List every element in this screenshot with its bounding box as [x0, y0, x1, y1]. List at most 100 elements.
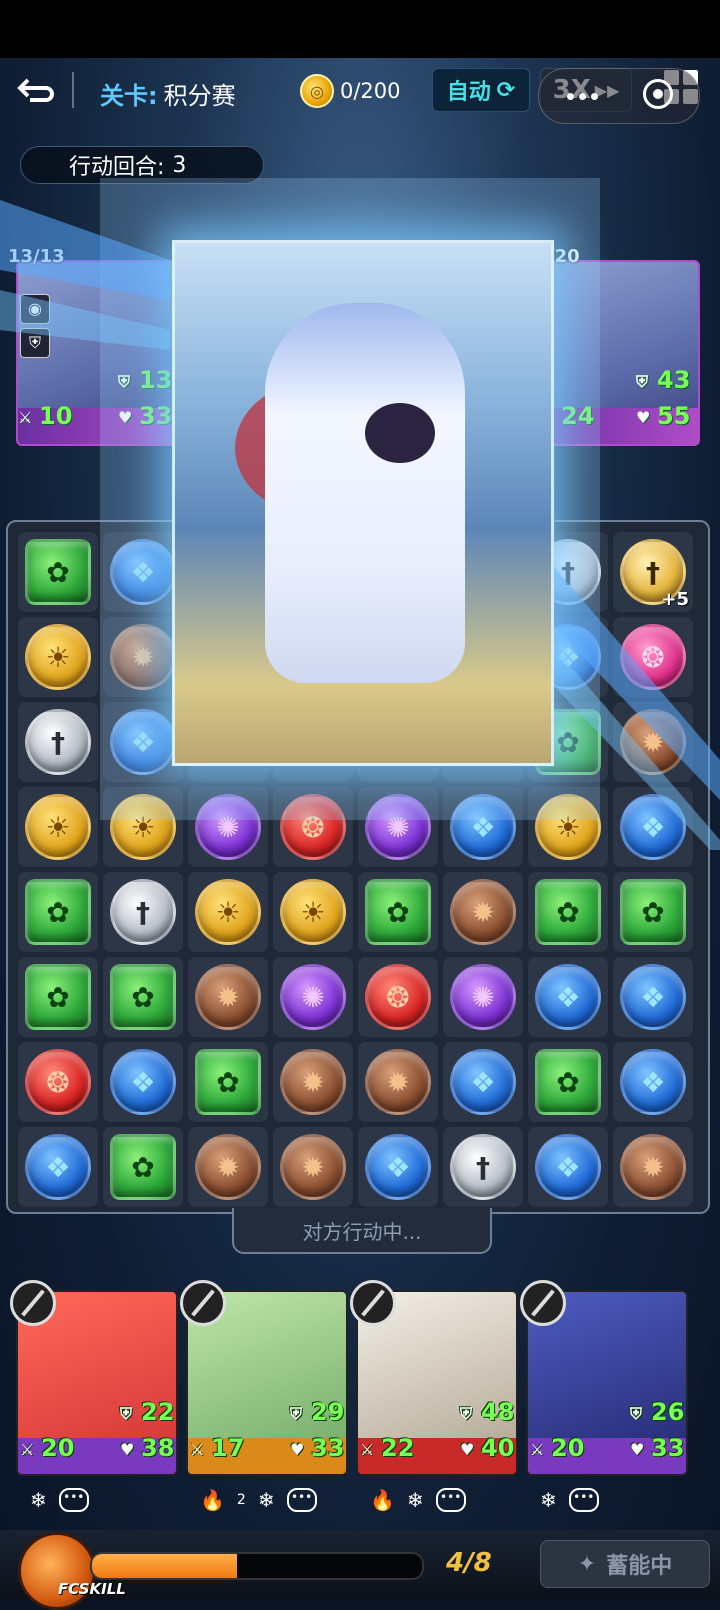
- board-cell[interactable]: ✹: [188, 957, 268, 1037]
- board-cell[interactable]: ❂: [613, 617, 693, 697]
- board-cell[interactable]: ☀: [273, 872, 353, 952]
- board-cell[interactable]: ❂: [358, 957, 438, 1037]
- board-cell[interactable]: ✺: [443, 957, 523, 1037]
- board-cell[interactable]: ✹: [613, 1127, 693, 1207]
- board-cell[interactable]: ❖: [103, 532, 183, 612]
- fcskill-badge[interactable]: [18, 1532, 96, 1610]
- board-cell[interactable]: ✺: [358, 787, 438, 867]
- board-cell[interactable]: ✿: [188, 1042, 268, 1122]
- board-cell[interactable]: ❖: [358, 1127, 438, 1207]
- auto-button[interactable]: 自动 ⟳: [432, 68, 530, 112]
- board-cell[interactable]: ✿: [18, 872, 98, 952]
- board-cell[interactable]: ❖: [528, 1127, 608, 1207]
- board-cell[interactable]: †: [103, 872, 183, 952]
- board-cell[interactable]: ❖: [443, 787, 523, 867]
- green-gem-icon[interactable]: ✿: [25, 539, 91, 605]
- board-cell[interactable]: ❖: [103, 1042, 183, 1122]
- board-cell[interactable]: ❖: [613, 1042, 693, 1122]
- blue-gem-icon[interactable]: ❖: [365, 1134, 431, 1200]
- brown-gem-icon[interactable]: ✹: [450, 879, 516, 945]
- board-cell[interactable]: ✹: [103, 617, 183, 697]
- board-cell[interactable]: ❖: [528, 957, 608, 1037]
- blue-gem-icon[interactable]: ❖: [620, 794, 686, 860]
- board-cell[interactable]: ✺: [188, 787, 268, 867]
- yellow-gem-icon[interactable]: ☀: [110, 794, 176, 860]
- mini-program-capsule[interactable]: [538, 68, 700, 124]
- board-cell[interactable]: ✿: [613, 872, 693, 952]
- board-cell[interactable]: ☀: [18, 787, 98, 867]
- purple-gem-icon[interactable]: ✺: [365, 794, 431, 860]
- sword-gem-icon[interactable]: †: [450, 1134, 516, 1200]
- purple-gem-icon[interactable]: ✺: [280, 964, 346, 1030]
- blue-gem-icon[interactable]: ❖: [535, 964, 601, 1030]
- back-button[interactable]: [14, 72, 58, 110]
- blue-gem-icon[interactable]: ❖: [535, 1134, 601, 1200]
- board-cell[interactable]: ☀: [18, 617, 98, 697]
- board-cell[interactable]: ✿: [103, 1127, 183, 1207]
- board-cell[interactable]: ✿: [18, 532, 98, 612]
- brown-gem-icon[interactable]: ✹: [365, 1049, 431, 1115]
- blue-gem-icon[interactable]: ❖: [110, 539, 176, 605]
- more-icon[interactable]: [567, 93, 598, 100]
- board-cell[interactable]: ❖: [18, 1127, 98, 1207]
- board-cell[interactable]: ☀: [103, 787, 183, 867]
- close-target-icon[interactable]: [643, 79, 673, 109]
- board-cell[interactable]: ✿: [528, 872, 608, 952]
- charge-button[interactable]: ✦ 蓄能中: [540, 1540, 710, 1588]
- green-gem-icon[interactable]: ✿: [535, 1049, 601, 1115]
- yellow-gem-icon[interactable]: ☀: [280, 879, 346, 945]
- brown-gem-icon[interactable]: ✹: [280, 1049, 346, 1115]
- blue-gem-icon[interactable]: ❖: [25, 1134, 91, 1200]
- board-cell[interactable]: ✿: [358, 872, 438, 952]
- red-gem-icon[interactable]: ❂: [280, 794, 346, 860]
- brown-gem-icon[interactable]: ✹: [195, 964, 261, 1030]
- purple-gem-icon[interactable]: ✺: [450, 964, 516, 1030]
- yellow-gem-icon[interactable]: ☀: [25, 794, 91, 860]
- blue-gem-icon[interactable]: ❖: [110, 709, 176, 775]
- blue-gem-icon[interactable]: ❖: [450, 1049, 516, 1115]
- board-cell[interactable]: ❖: [613, 957, 693, 1037]
- green-gem-icon[interactable]: ✿: [365, 879, 431, 945]
- green-gem-icon[interactable]: ✿: [25, 964, 91, 1030]
- yellow-gem-icon[interactable]: ☀: [535, 794, 601, 860]
- purple-gem-icon[interactable]: ✺: [195, 794, 261, 860]
- board-cell[interactable]: ✿: [18, 957, 98, 1037]
- brown-gem-icon[interactable]: ✹: [620, 1134, 686, 1200]
- green-gem-icon[interactable]: ✿: [195, 1049, 261, 1115]
- board-cell[interactable]: ✹: [273, 1042, 353, 1122]
- board-cell[interactable]: ❂: [273, 787, 353, 867]
- red-gem-icon[interactable]: ❂: [365, 964, 431, 1030]
- green-gem-icon[interactable]: ✿: [535, 879, 601, 945]
- board-cell[interactable]: ❖: [443, 1042, 523, 1122]
- red-gem-icon[interactable]: ❂: [25, 1049, 91, 1115]
- board-cell[interactable]: ✹: [358, 1042, 438, 1122]
- blue-gem-icon[interactable]: ❖: [620, 964, 686, 1030]
- yellow-gem-icon[interactable]: ☀: [25, 624, 91, 690]
- board-cell[interactable]: ☀: [188, 872, 268, 952]
- board-cell[interactable]: ✹: [188, 1127, 268, 1207]
- board-cell[interactable]: ❂: [18, 1042, 98, 1122]
- blue-gem-icon[interactable]: ❖: [110, 1049, 176, 1115]
- brown-gem-icon[interactable]: ✹: [195, 1134, 261, 1200]
- blue-gem-icon[interactable]: ❖: [450, 794, 516, 860]
- board-cell[interactable]: †: [443, 1127, 523, 1207]
- brown-gem-icon[interactable]: ✹: [110, 624, 176, 690]
- board-cell[interactable]: ❖: [103, 702, 183, 782]
- blue-gem-icon[interactable]: ❖: [620, 1049, 686, 1115]
- board-cell[interactable]: ☀: [528, 787, 608, 867]
- board-cell[interactable]: ✹: [443, 872, 523, 952]
- pink-gem-icon[interactable]: ❂: [620, 624, 686, 690]
- green-gem-icon[interactable]: ✿: [25, 879, 91, 945]
- yellow-gem-icon[interactable]: ☀: [195, 879, 261, 945]
- board-cell[interactable]: † +5: [613, 532, 693, 612]
- board-cell[interactable]: ✹: [273, 1127, 353, 1207]
- board-cell[interactable]: ✹: [613, 702, 693, 782]
- board-cell[interactable]: ✿: [528, 1042, 608, 1122]
- brown-gem-icon[interactable]: ✹: [280, 1134, 346, 1200]
- board-cell[interactable]: ✿: [103, 957, 183, 1037]
- brown-gem-icon[interactable]: ✹: [620, 709, 686, 775]
- green-gem-icon[interactable]: ✿: [110, 1134, 176, 1200]
- board-cell[interactable]: †: [18, 702, 98, 782]
- sword-gem-icon[interactable]: †: [25, 709, 91, 775]
- board-cell[interactable]: ❖: [613, 787, 693, 867]
